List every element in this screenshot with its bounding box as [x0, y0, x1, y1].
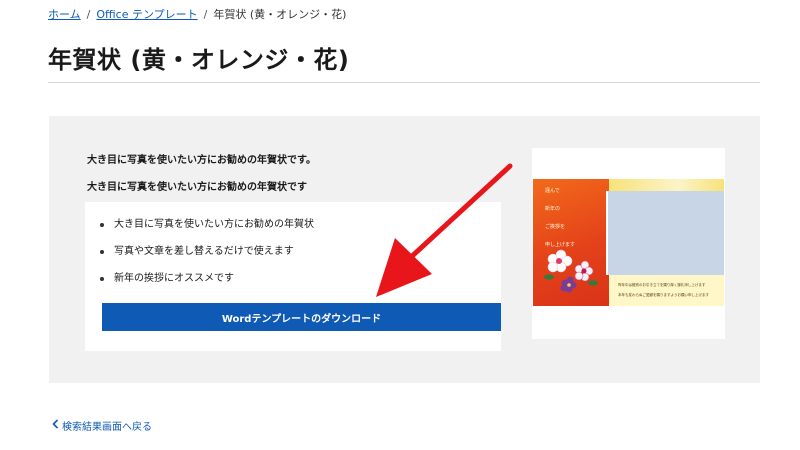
feature-text: 写真や文章を差し替えるだけで使えます [114, 246, 294, 257]
breadcrumb-separator: / [86, 8, 91, 21]
preview-footer-line: 昨年中は格別のお引き立てを賜り厚く御礼申し上げます [618, 283, 706, 287]
preview-greeting-line: 新年の [545, 206, 561, 212]
preview-footer-line: 本年も変わらぬご愛顧を賜りますようお願い申し上げます [618, 293, 709, 297]
preview-flower-illustration [544, 249, 598, 293]
preview-photo-placeholder [606, 191, 724, 275]
page-title: 年賀状 (黄・オレンジ・花) [48, 46, 350, 74]
back-to-search-link[interactable]: 検索結果画面へ戻る [52, 418, 152, 433]
back-link-label: 検索結果画面へ戻る [62, 422, 152, 433]
feature-item: 写真や文章を差し替えるだけで使えます [85, 245, 314, 272]
feature-item: 大き目に写真を使いたい方にお勧めの年賀状 [85, 218, 314, 245]
feature-item: 新年の挨拶にオススメです [85, 272, 314, 299]
bullet-icon [100, 223, 104, 227]
feature-text: 大き目に写真を使いたい方にお勧めの年賀状 [114, 219, 314, 230]
word-download-button[interactable]: Wordテンプレートのダウンロード [102, 303, 501, 331]
description-line-2: 大き目に写真を使いたい方にお勧めの年賀状です [87, 182, 307, 193]
bullet-icon [100, 250, 104, 254]
breadcrumb-current: 年賀状 (黄・オレンジ・花) [213, 8, 347, 21]
preview-gold-band [609, 179, 724, 191]
feature-text: 新年の挨拶にオススメです [114, 273, 234, 284]
preview-message-band [609, 275, 724, 306]
title-divider [48, 82, 760, 83]
bullet-icon [100, 277, 104, 281]
breadcrumb: ホーム / Office テンプレート / 年賀状 (黄・オレンジ・花) [48, 6, 346, 22]
breadcrumb-category-link[interactable]: Office テンプレート [96, 8, 197, 21]
preview-greeting-line: 謹んで [545, 188, 560, 194]
template-preview-frame: 謹んで 新年の ご挨拶を 申し上げます 昨年中は格別のお引き立てを賜り厚く御礼申… [532, 148, 725, 339]
template-preview-image[interactable]: 謹んで 新年の ご挨拶を 申し上げます 昨年中は格別のお引き立てを賜り厚く御礼申… [533, 179, 724, 306]
breadcrumb-home-link[interactable]: ホーム [48, 8, 81, 21]
breadcrumb-separator: / [203, 8, 208, 21]
feature-list: 大き目に写真を使いたい方にお勧めの年賀状 写真や文章を差し替えるだけで使えます … [85, 218, 314, 299]
chevron-left-icon [52, 419, 59, 432]
feature-card: 大き目に写真を使いたい方にお勧めの年賀状 写真や文章を差し替えるだけで使えます … [85, 202, 501, 351]
preview-greeting-line: ご挨拶を [545, 224, 566, 230]
description-line-1: 大き目に写真を使いたい方にお勧めの年賀状です。 [87, 155, 316, 166]
